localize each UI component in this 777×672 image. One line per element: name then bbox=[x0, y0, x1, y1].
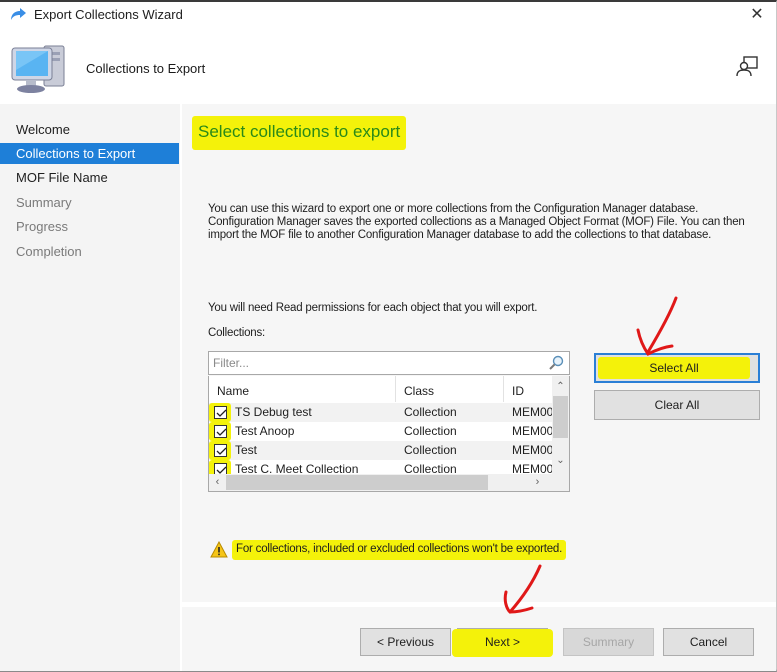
clear-all-button[interactable]: Clear All bbox=[594, 390, 760, 420]
checkmark-icon bbox=[216, 428, 227, 436]
warning-text: For collections, included or excluded co… bbox=[232, 540, 567, 560]
vertical-scroll-thumb[interactable] bbox=[553, 396, 568, 438]
cell-class: Collection bbox=[404, 443, 457, 457]
select-all-label: Select All bbox=[598, 357, 750, 379]
cell-name: Test bbox=[235, 443, 258, 457]
title-bar: Export Collections Wizard ✕ bbox=[0, 2, 776, 30]
checkmark-icon bbox=[216, 409, 227, 417]
row-checkbox[interactable] bbox=[214, 425, 227, 438]
next-button[interactable]: Next > bbox=[452, 628, 553, 657]
wizard-footer: < Previous Next > Summary Cancel bbox=[182, 607, 776, 671]
horizontal-scroll-thumb[interactable] bbox=[226, 475, 488, 490]
sidebar-item-welcome[interactable]: Welcome bbox=[0, 119, 179, 140]
sidebar-item-completion: Completion bbox=[16, 244, 82, 259]
description-text: You can use this wizard to export one or… bbox=[208, 203, 745, 241]
permission-note: You will need Read permissions for each … bbox=[208, 302, 538, 314]
close-button[interactable]: ✕ bbox=[746, 4, 768, 26]
row-checkbox-highlight bbox=[209, 422, 231, 441]
filter-input[interactable] bbox=[209, 352, 539, 374]
window-title: Export Collections Wizard bbox=[34, 7, 183, 22]
checkmark-icon bbox=[216, 447, 227, 455]
sidebar-item-collections-to-export[interactable]: Collections to Export bbox=[0, 143, 179, 164]
row-checkbox[interactable] bbox=[214, 444, 227, 457]
table-row[interactable]: Test Anoop Collection MEM00 bbox=[209, 422, 554, 441]
column-header-class[interactable]: Class bbox=[396, 376, 504, 402]
previous-button[interactable]: < Previous bbox=[360, 628, 451, 656]
wizard-header: Collections to Export bbox=[0, 30, 776, 102]
row-checkbox-highlight bbox=[209, 403, 231, 422]
row-checkbox[interactable] bbox=[214, 406, 227, 419]
collections-label: Collections: bbox=[208, 327, 266, 339]
sidebar-item-summary: Summary bbox=[16, 195, 72, 210]
header-subtitle: Collections to Export bbox=[86, 61, 206, 76]
scroll-right-icon[interactable]: › bbox=[529, 474, 546, 491]
summary-button: Summary bbox=[563, 628, 654, 656]
cell-class: Collection bbox=[404, 405, 457, 419]
cell-id: MEM00 bbox=[512, 424, 554, 438]
sidebar-item-mof-file-name[interactable]: MOF File Name bbox=[0, 167, 179, 188]
wizard-steps-sidebar: Welcome Collections to Export MOF File N… bbox=[0, 104, 180, 671]
cell-id: MEM00 bbox=[512, 405, 554, 419]
cell-class: Collection bbox=[404, 424, 457, 438]
cancel-button[interactable]: Cancel bbox=[663, 628, 754, 656]
export-collections-wizard-window: Export Collections Wizard ✕ Collections … bbox=[0, 0, 777, 672]
column-header-name[interactable]: Name bbox=[209, 376, 396, 402]
warning-icon bbox=[210, 541, 228, 558]
cell-name: Test Anoop bbox=[235, 424, 295, 438]
horizontal-scrollbar[interactable]: ‹ › bbox=[209, 474, 569, 491]
row-checkbox-highlight bbox=[209, 441, 231, 460]
cell-name: TS Debug test bbox=[235, 405, 312, 419]
scroll-up-icon[interactable]: ⌃ bbox=[552, 378, 569, 395]
list-header: Name Class ID bbox=[209, 376, 554, 402]
select-all-button[interactable]: Select All bbox=[594, 353, 760, 383]
collections-list: Name Class ID TS Debug test Collection M… bbox=[208, 376, 570, 492]
next-label: Next > bbox=[452, 629, 553, 657]
wizard-content: Select collections to export You can use… bbox=[182, 104, 776, 602]
user-help-icon[interactable] bbox=[735, 54, 759, 78]
filter-field bbox=[208, 351, 570, 375]
table-row[interactable]: Test Collection MEM00 bbox=[209, 441, 554, 460]
scroll-down-icon[interactable]: ⌄ bbox=[552, 452, 569, 469]
computer-icon bbox=[11, 45, 65, 93]
scroll-left-icon[interactable]: ‹ bbox=[209, 474, 226, 491]
export-arrow-icon bbox=[11, 8, 26, 20]
table-row[interactable]: TS Debug test Collection MEM00 bbox=[209, 403, 554, 422]
page-title: Select collections to export bbox=[192, 116, 407, 150]
cell-id: MEM00 bbox=[512, 443, 554, 457]
search-icon[interactable] bbox=[548, 355, 564, 371]
sidebar-item-progress: Progress bbox=[16, 219, 69, 234]
column-header-id[interactable]: ID bbox=[504, 376, 554, 402]
vertical-scrollbar[interactable]: ⌃ ⌄ bbox=[552, 376, 569, 474]
